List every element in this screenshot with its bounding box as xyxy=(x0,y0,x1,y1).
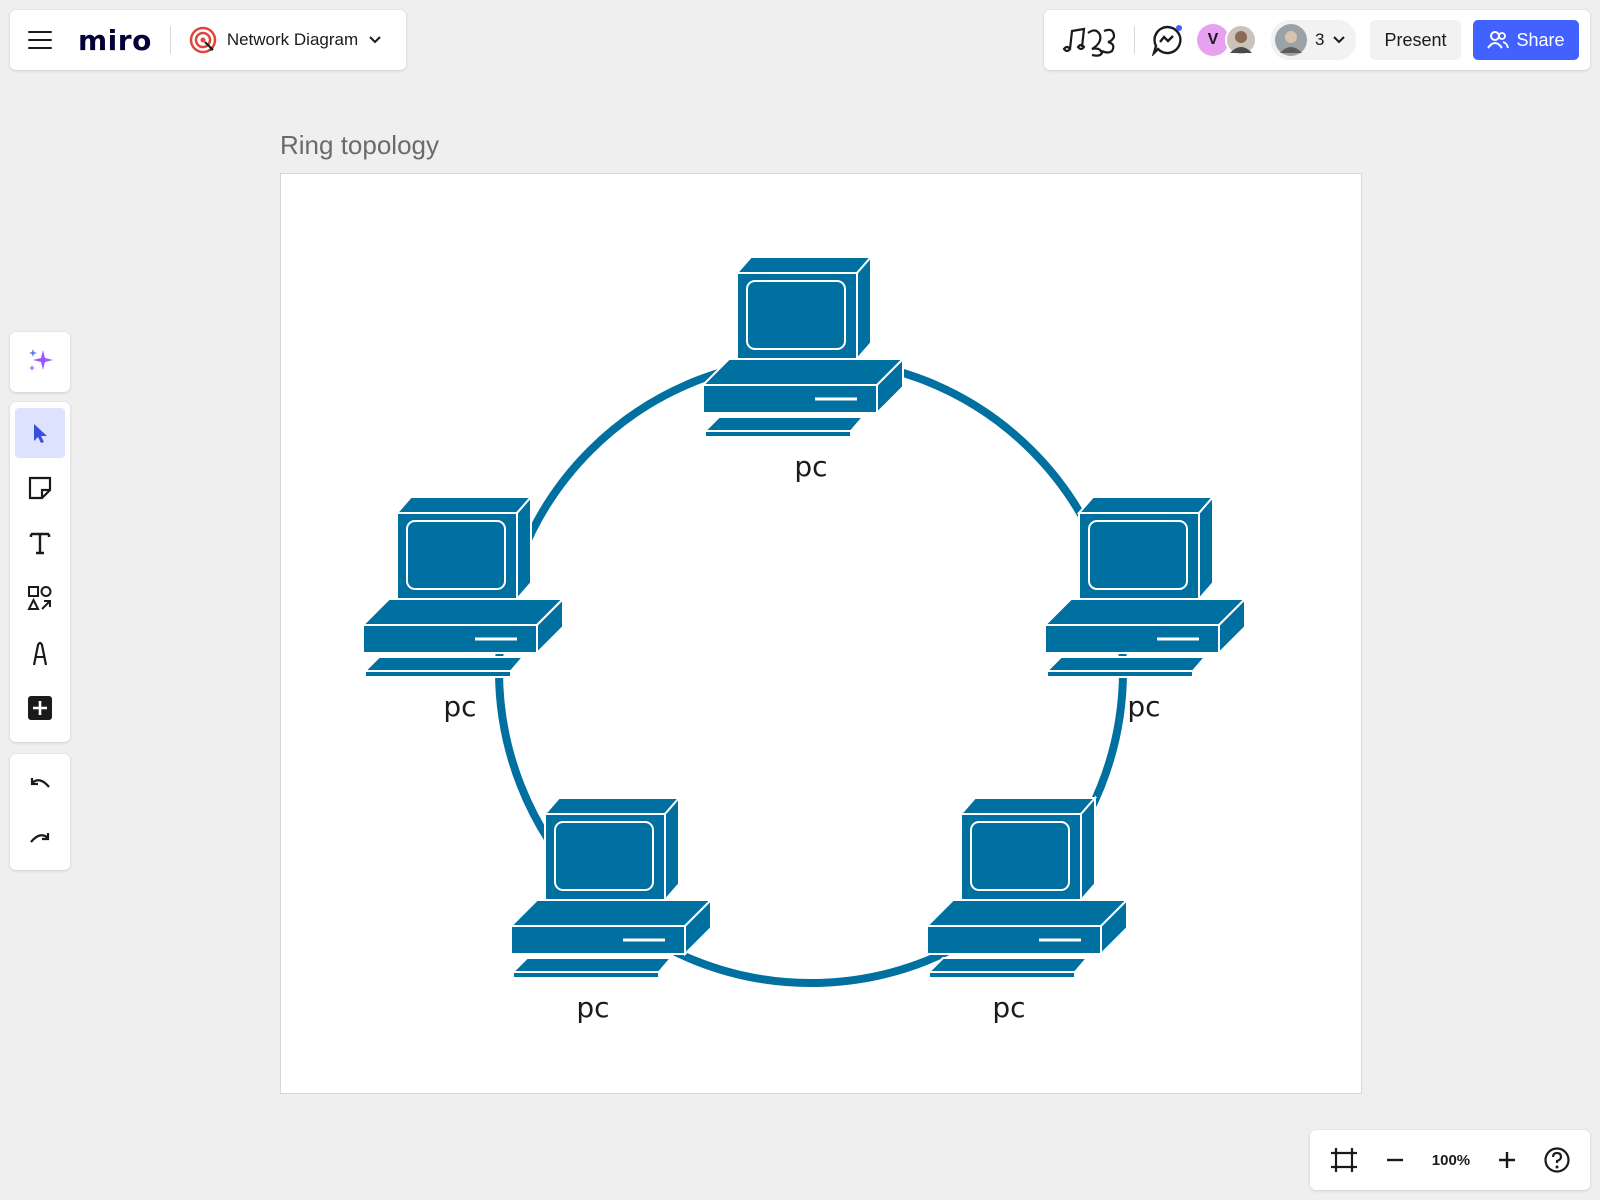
board-title-dropdown[interactable]: Network Diagram xyxy=(189,26,382,54)
miro-logo: miro xyxy=(78,23,152,57)
fit-frame-icon[interactable] xyxy=(1329,1146,1359,1174)
pc-label: pc xyxy=(443,690,476,723)
redo-icon[interactable] xyxy=(15,815,65,865)
pc-node xyxy=(1043,495,1247,679)
pc-label: pc xyxy=(992,991,1025,1024)
text-icon[interactable] xyxy=(15,518,65,568)
shapes-icon[interactable] xyxy=(15,573,65,623)
main-menu-icon[interactable] xyxy=(28,31,52,49)
board-icon xyxy=(189,26,217,54)
zoom-out-button[interactable] xyxy=(1384,1149,1406,1171)
users-icon xyxy=(1486,31,1509,49)
divider xyxy=(169,26,171,54)
help-icon xyxy=(1544,1147,1570,1173)
person-icon xyxy=(1230,31,1252,53)
board-actions: V 3 Present Share xyxy=(1044,10,1590,70)
share-label: Share xyxy=(1516,29,1565,50)
help-button[interactable] xyxy=(1543,1146,1571,1174)
pen-icon[interactable] xyxy=(15,628,65,678)
pc-label: pc xyxy=(1127,690,1160,723)
zoom-level[interactable]: 100% xyxy=(1432,1152,1470,1169)
chevron-down-icon xyxy=(1333,36,1346,44)
add-icon[interactable] xyxy=(15,683,65,733)
collaborator-count: 3 xyxy=(1315,30,1325,49)
zoom-toolbar: 100% xyxy=(1310,1130,1590,1190)
avatar[interactable] xyxy=(1225,24,1257,56)
person-icon xyxy=(1280,31,1302,53)
reactions-button[interactable] xyxy=(1060,23,1118,57)
select-cursor-icon[interactable] xyxy=(15,408,65,458)
ai-toolbar xyxy=(10,332,70,392)
frame-title[interactable]: Ring topology xyxy=(280,130,439,161)
sticky-note-icon[interactable] xyxy=(15,463,65,513)
comments-button[interactable] xyxy=(1151,24,1183,56)
collaborators-dropdown[interactable]: 3 xyxy=(1271,20,1357,60)
chat-bubble-icon xyxy=(1151,25,1182,56)
undo-icon[interactable] xyxy=(15,760,65,810)
board-name: Network Diagram xyxy=(226,30,359,49)
music-notes-icon xyxy=(1062,27,1116,57)
chevron-down-icon xyxy=(369,36,381,44)
divider xyxy=(1134,26,1135,54)
tools-toolbar xyxy=(10,402,70,742)
history-toolbar xyxy=(10,754,70,870)
pc-node xyxy=(701,255,905,439)
pc-label: pc xyxy=(576,991,609,1024)
pc-label: pc xyxy=(794,450,827,483)
board-header: miro Network Diagram xyxy=(10,10,406,70)
minus-icon xyxy=(1387,1158,1404,1162)
zoom-in-button[interactable] xyxy=(1496,1149,1518,1171)
present-button[interactable]: Present xyxy=(1370,20,1461,60)
plus-icon xyxy=(1498,1152,1515,1168)
share-button[interactable]: Share xyxy=(1472,20,1579,60)
ai-sparkle-icon[interactable] xyxy=(15,335,65,385)
avatar xyxy=(1275,24,1307,56)
ring-topology-diagram: pc pc pc pc pc xyxy=(361,255,1247,1024)
diagram-frame[interactable]: pc pc pc pc pc xyxy=(280,173,1362,1094)
pc-node xyxy=(925,796,1129,980)
